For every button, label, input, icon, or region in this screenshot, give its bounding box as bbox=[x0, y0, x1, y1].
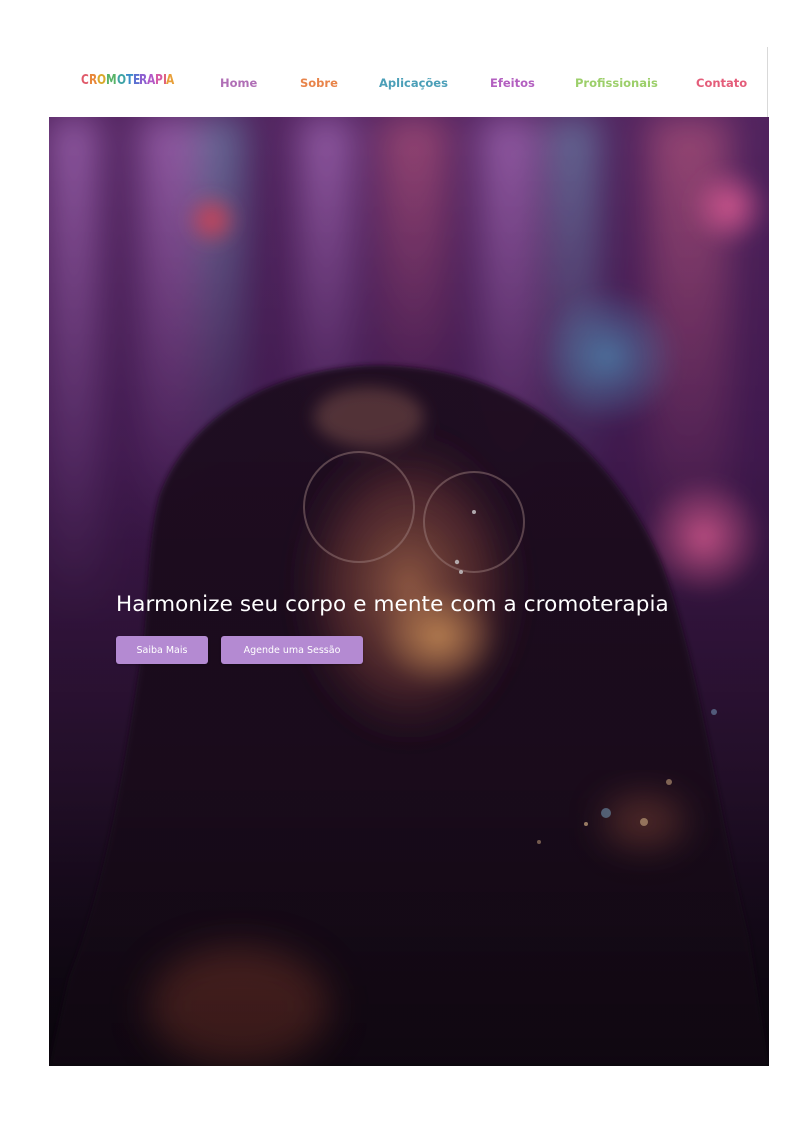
nav-home[interactable]: Home bbox=[220, 76, 257, 90]
main-nav: Home Sobre Aplicações Efeitos Profission… bbox=[49, 76, 769, 90]
hero-section: Harmonize seu corpo e mente com a cromot… bbox=[49, 117, 769, 1066]
page-frame: CROMOTERAPIA Home Sobre Aplicações Efeit… bbox=[49, 47, 769, 1066]
nav-efeitos[interactable]: Efeitos bbox=[490, 76, 535, 90]
nav-sobre[interactable]: Sobre bbox=[300, 76, 338, 90]
nav-profissionais[interactable]: Profissionais bbox=[575, 76, 658, 90]
nav-contato[interactable]: Contato bbox=[696, 76, 747, 90]
saiba-mais-button[interactable]: Saiba Mais bbox=[116, 636, 208, 664]
navbar: CROMOTERAPIA Home Sobre Aplicações Efeit… bbox=[49, 47, 769, 117]
hero-title: Harmonize seu corpo e mente com a cromot… bbox=[116, 592, 669, 617]
nav-aplicacoes[interactable]: Aplicações bbox=[379, 76, 448, 90]
navbar-right-divider bbox=[767, 47, 768, 117]
agende-sessao-button[interactable]: Agende uma Sessão bbox=[221, 636, 363, 664]
